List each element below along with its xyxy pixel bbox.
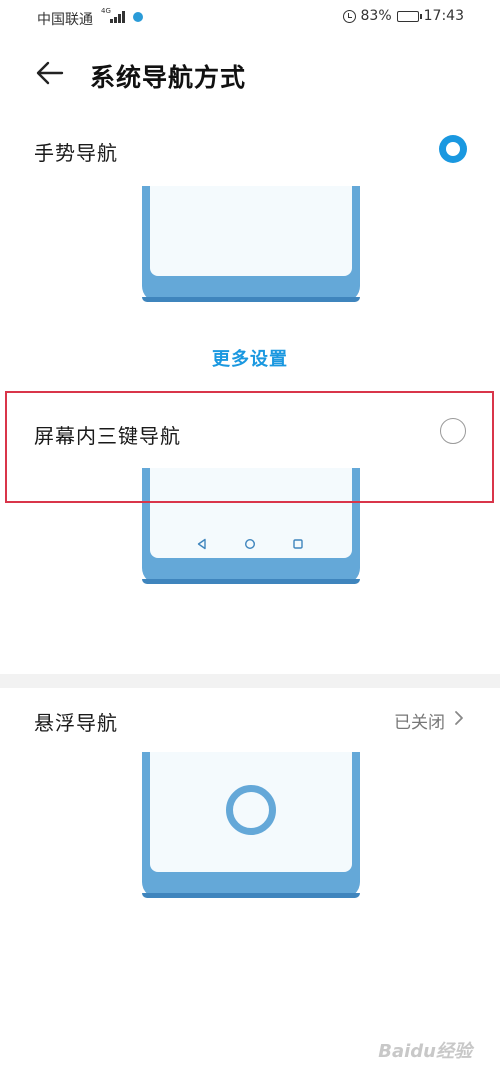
floating-nav-label: 悬浮导航: [34, 711, 118, 735]
gesture-nav-label: 手势导航: [34, 141, 118, 165]
back-triangle-icon: [197, 538, 206, 550]
status-bar: 中国联通 4G 83% 17:43: [0, 0, 500, 36]
carrier-name: 中国联通: [37, 12, 93, 28]
signal-icon: [110, 11, 126, 23]
floating-ball-icon: [226, 785, 276, 835]
gesture-nav-illustration[interactable]: [142, 186, 360, 302]
status-right: 83% 17:43: [342, 8, 464, 24]
battery-percent: 83%: [360, 8, 392, 24]
more-settings-link[interactable]: 更多设置: [0, 345, 500, 371]
app-header: 系统导航方式: [0, 48, 500, 98]
chevron-right-icon[interactable]: [454, 710, 464, 726]
alarm-icon: [342, 9, 356, 23]
floating-nav-illustration[interactable]: [142, 752, 360, 898]
gesture-nav-radio[interactable]: [439, 135, 467, 163]
clock-time: 17:43: [423, 8, 464, 24]
back-arrow-icon[interactable]: [34, 58, 66, 88]
home-circle-icon: [244, 538, 256, 550]
baidu-watermark: Baidu经验: [378, 1041, 472, 1062]
highlight-annotation-box: [5, 391, 494, 503]
recents-square-icon: [293, 539, 303, 549]
section-divider: [0, 674, 500, 688]
battery-icon: [396, 10, 422, 22]
app-notification-icon: [133, 12, 143, 22]
floating-nav-status[interactable]: 已关闭: [394, 708, 445, 733]
page-title: 系统导航方式: [90, 63, 247, 92]
